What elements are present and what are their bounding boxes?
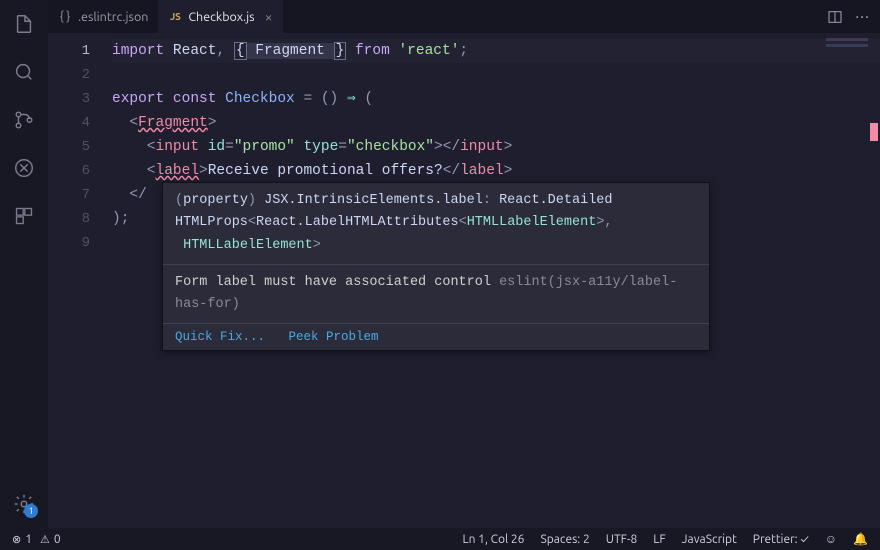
indent-status[interactable]: Spaces: 2 [536,533,593,546]
split-editor-icon[interactable] [827,9,843,25]
quick-fix-link[interactable]: Quick Fix... [175,330,265,344]
more-icon[interactable]: ··· [855,8,870,26]
activity-scm-icon[interactable] [0,96,48,144]
tab-label: Checkbox.js [188,10,254,24]
activity-liveshare-icon[interactable] [0,144,48,192]
error-marker[interactable] [870,123,878,141]
tab-label: .eslintrc.json [78,10,148,24]
error-icon: ⊗ [12,533,21,546]
language-status[interactable]: JavaScript [678,533,741,546]
peek-problem-link[interactable]: Peek Problem [289,330,379,344]
overview-ruler[interactable] [870,33,878,233]
close-icon[interactable]: × [265,9,273,25]
activity-files-icon[interactable] [0,0,48,48]
hover-actions: Quick Fix... Peek Problem [163,323,709,350]
bell-icon[interactable]: 🔔 [849,532,872,546]
eol-status[interactable]: LF [649,533,669,546]
encoding-status[interactable]: UTF-8 [602,533,641,546]
activity-settings-icon[interactable]: 1 [0,480,48,528]
problems-status[interactable]: ⊗1 ⚠0 [8,533,65,546]
tab-bar: { } .eslintrc.json JS Checkbox.js × ··· [48,0,880,33]
hover-signature: (property) JSX.IntrinsicElements.label: … [163,183,709,264]
line-gutter: 123456789 [48,33,112,528]
hover-widget: (property) JSX.IntrinsicElements.label: … [162,182,710,351]
minimap[interactable] [826,38,868,58]
tab-checkbox-js[interactable]: JS Checkbox.js × [158,0,282,33]
warning-icon: ⚠ [40,533,50,546]
activity-search-icon[interactable] [0,48,48,96]
status-bar: ⊗1 ⚠0 Ln 1, Col 26 Spaces: 2 UTF-8 LF Ja… [0,528,880,550]
prettier-status[interactable]: Prettier: ✓ [749,533,813,546]
feedback-icon[interactable]: ☺ [821,532,841,546]
settings-badge: 1 [24,504,38,518]
cursor-status[interactable]: Ln 1, Col 26 [458,533,528,546]
braces-icon: { } [58,10,72,24]
tab-eslintrc[interactable]: { } .eslintrc.json [48,0,158,33]
activity-bar: 1 [0,0,48,528]
js-icon: JS [168,10,182,24]
hover-message: Form label must have associated control … [163,264,709,324]
activity-extension-icon[interactable] [0,192,48,240]
